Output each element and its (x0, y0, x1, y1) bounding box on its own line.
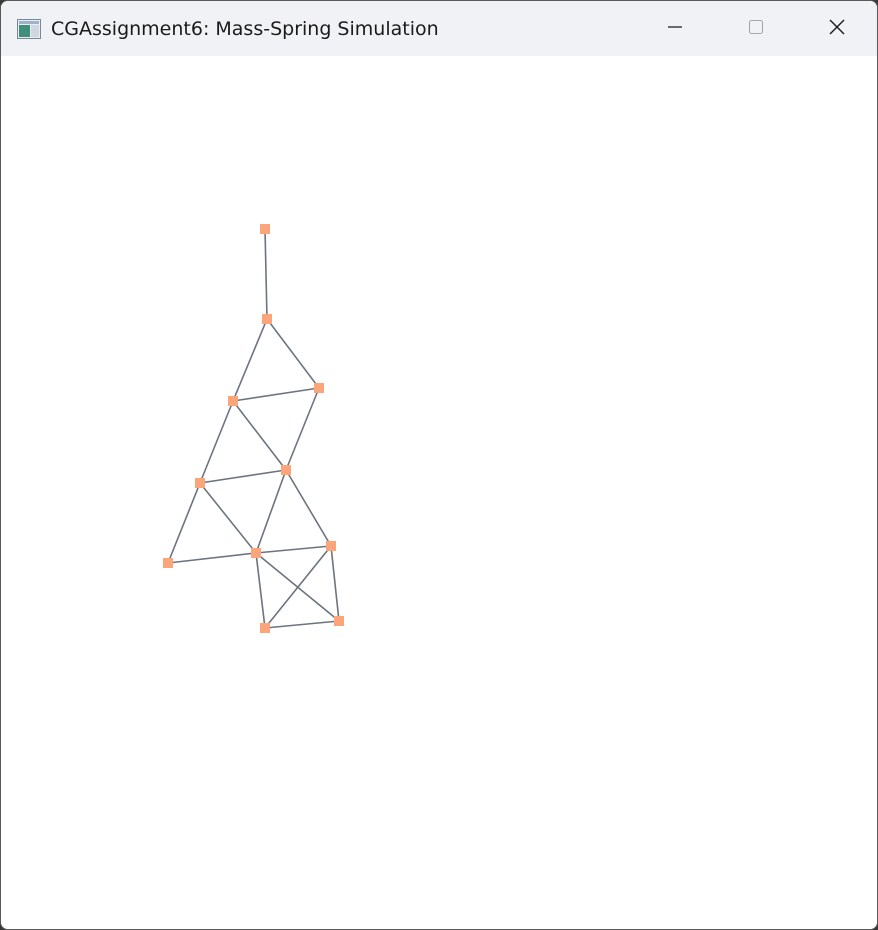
mass-point-9 (334, 616, 344, 626)
mass-point-1 (262, 314, 272, 324)
spring-4 (285, 387, 320, 471)
spring-3 (232, 387, 320, 402)
close-button[interactable] (797, 1, 877, 56)
mass-point-10 (260, 623, 270, 633)
mass-spring-drawing (163, 224, 344, 633)
minimize-icon (667, 19, 683, 39)
spring-1 (266, 318, 320, 389)
maximize-icon (748, 19, 764, 39)
spring-7 (199, 469, 287, 484)
spring-17 (255, 552, 266, 629)
mass-point-3 (228, 396, 238, 406)
minimize-button[interactable] (635, 1, 715, 56)
maximize-button[interactable] (716, 1, 796, 56)
spring-18 (264, 620, 340, 629)
spring-5 (232, 400, 287, 471)
spring-10 (199, 482, 257, 554)
title-bar[interactable]: CGAssignment6: Mass-Spring Simulation (1, 1, 877, 56)
spring-11 (167, 482, 201, 564)
app-window-icon (17, 19, 41, 39)
mass-point-2 (314, 383, 324, 393)
mass-point-4 (281, 465, 291, 475)
app-window: CGAssignment6: Mass-Spring Simulation (0, 0, 878, 930)
spring-14 (330, 545, 340, 622)
spring-13 (255, 545, 332, 554)
close-icon (828, 18, 846, 40)
mass-point-6 (326, 541, 336, 551)
spring-9 (255, 469, 287, 554)
spring-8 (285, 469, 332, 547)
spring-6 (199, 400, 234, 484)
spring-16 (255, 552, 340, 622)
mass-point-5 (195, 478, 205, 488)
window-title: CGAssignment6: Mass-Spring Simulation (51, 18, 439, 40)
spring-12 (167, 552, 257, 564)
spring-2 (232, 318, 268, 402)
mass-point-7 (251, 548, 261, 558)
mass-point-0 (260, 224, 270, 234)
mass-point-8 (163, 558, 173, 568)
simulation-canvas[interactable] (1, 56, 877, 929)
spring-0 (264, 228, 268, 320)
